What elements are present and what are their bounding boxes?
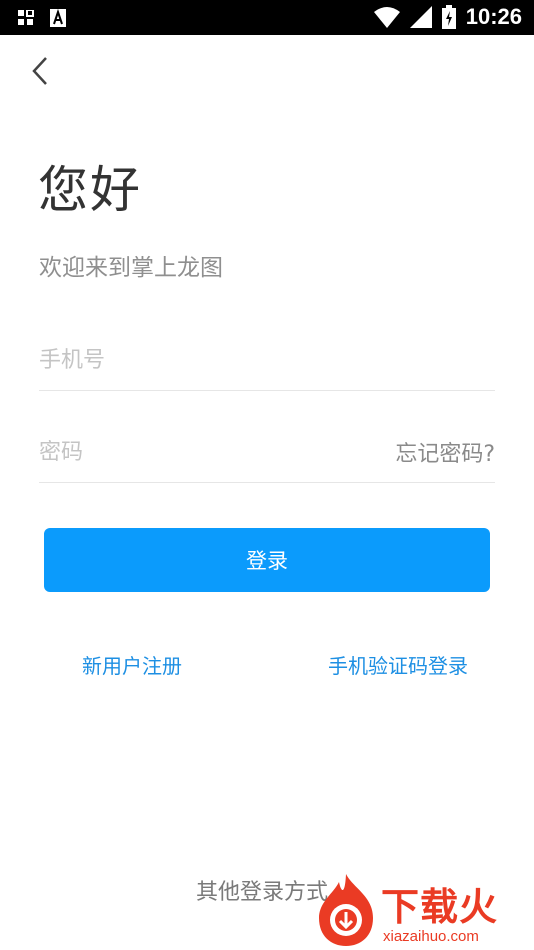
register-link[interactable]: 新用户注册 <box>82 650 182 679</box>
watermark-domain: xiazaihuo.com <box>383 928 479 945</box>
chevron-left-icon <box>32 57 47 85</box>
password-field: 忘记密码? <box>39 422 495 483</box>
a-box-icon <box>50 9 66 27</box>
phone-input[interactable] <box>39 347 495 373</box>
watermark: 下载火 xiazaihuo.com <box>313 872 531 948</box>
watermark-brand: 下载火 <box>381 885 499 929</box>
grid-icon <box>18 10 34 25</box>
welcome-text: 欢迎来到掌上龙图 <box>39 255 223 281</box>
other-login-link[interactable]: 其他登录方式 <box>196 874 328 906</box>
greeting-title: 您好 <box>38 161 142 219</box>
back-button[interactable] <box>26 52 56 92</box>
wifi-icon <box>373 7 400 28</box>
battery-charging-icon <box>441 5 456 29</box>
forgot-password-link[interactable]: 忘记密码? <box>395 436 495 468</box>
login-button[interactable]: 登录 <box>44 528 490 592</box>
phone-field <box>39 330 495 391</box>
status-left-icons <box>18 9 66 27</box>
status-right-icons: 10:26 <box>373 4 522 30</box>
sms-login-link[interactable]: 手机验证码登录 <box>328 650 468 679</box>
status-time: 10:26 <box>465 4 522 29</box>
password-input[interactable] <box>39 439 396 465</box>
signal-icon <box>409 6 432 28</box>
flame-logo-icon <box>319 874 373 946</box>
status-bar: 10:26 <box>0 0 534 35</box>
